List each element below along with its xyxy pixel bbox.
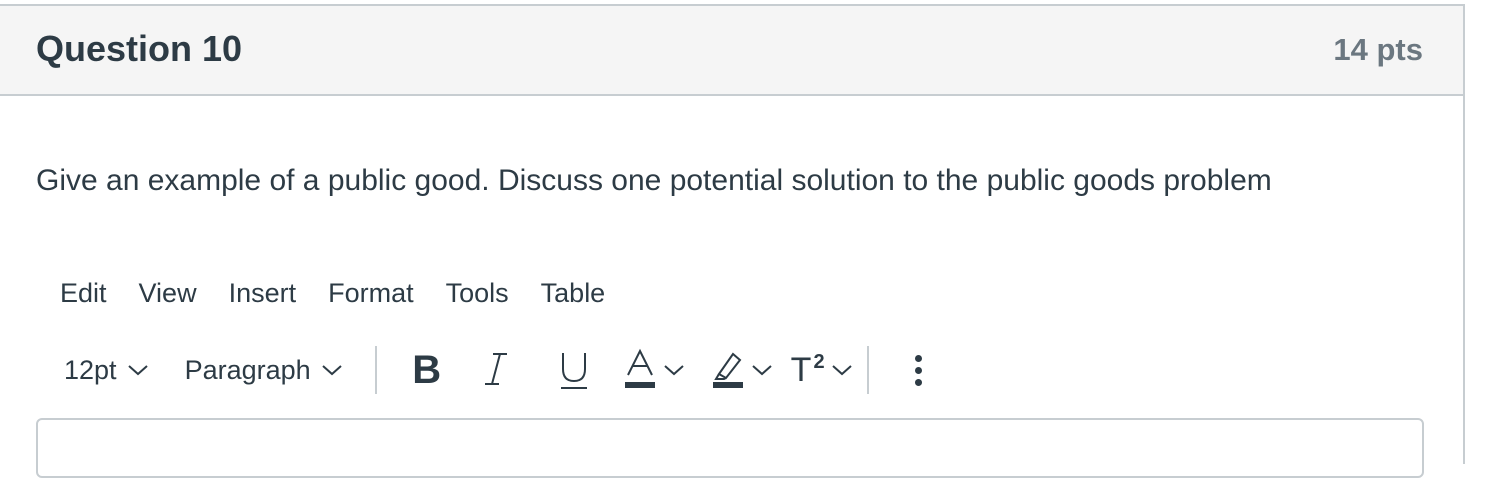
bold-button[interactable]: B <box>397 344 457 396</box>
menu-edit[interactable]: Edit <box>44 278 123 309</box>
underline-button[interactable] <box>535 344 613 396</box>
underline-icon <box>560 353 587 389</box>
menu-insert[interactable]: Insert <box>213 278 313 309</box>
italic-button[interactable] <box>457 344 535 396</box>
chevron-down-icon <box>751 365 772 376</box>
menu-view[interactable]: View <box>123 278 213 309</box>
more-options-icon[interactable] <box>897 344 941 396</box>
font-size-dropdown[interactable]: 12pt <box>50 355 163 386</box>
superscript-mark: 2 <box>813 351 825 374</box>
question-title: Question 10 <box>36 28 243 69</box>
question-points: 14 pts <box>1333 32 1423 67</box>
block-format-dropdown[interactable]: Paragraph <box>171 355 357 386</box>
text-color-button[interactable] <box>617 344 691 396</box>
superscript-button[interactable]: T2 <box>791 344 853 396</box>
chevron-down-icon <box>127 365 148 376</box>
superscript-letter: T <box>790 350 812 389</box>
chevron-down-icon <box>663 365 684 376</box>
superscript-icon: T2 <box>791 351 825 390</box>
toolbar-separator <box>374 346 377 394</box>
chevron-down-icon <box>321 365 342 376</box>
kebab-dot <box>915 354 923 362</box>
bold-icon: B <box>412 347 442 392</box>
italic-icon <box>484 353 507 385</box>
text-color-icon <box>624 348 655 388</box>
highlighter-icon <box>712 352 743 388</box>
kebab-dot <box>915 378 923 386</box>
question-header: Question 10 14 pts <box>0 6 1463 96</box>
question-card: Question 10 14 pts Give an example of a … <box>0 4 1465 478</box>
toolbar-separator <box>866 346 869 394</box>
block-format-value: Paragraph <box>184 354 311 385</box>
chevron-down-icon <box>831 365 852 376</box>
font-size-value: 12pt <box>64 354 117 385</box>
rich-text-editor-area[interactable] <box>36 418 1424 478</box>
kebab-dot <box>915 366 923 374</box>
editor-menubar: Edit View Insert Format Tools Table <box>44 278 621 309</box>
editor-toolbar: 12pt Paragraph B T 2 <box>50 344 941 396</box>
menu-table[interactable]: Table <box>525 278 622 309</box>
menu-format[interactable]: Format <box>312 278 430 309</box>
menu-tools[interactable]: Tools <box>430 278 525 309</box>
question-text: Give an example of a public good. Discus… <box>36 164 1272 197</box>
highlight-color-button[interactable] <box>705 344 779 396</box>
